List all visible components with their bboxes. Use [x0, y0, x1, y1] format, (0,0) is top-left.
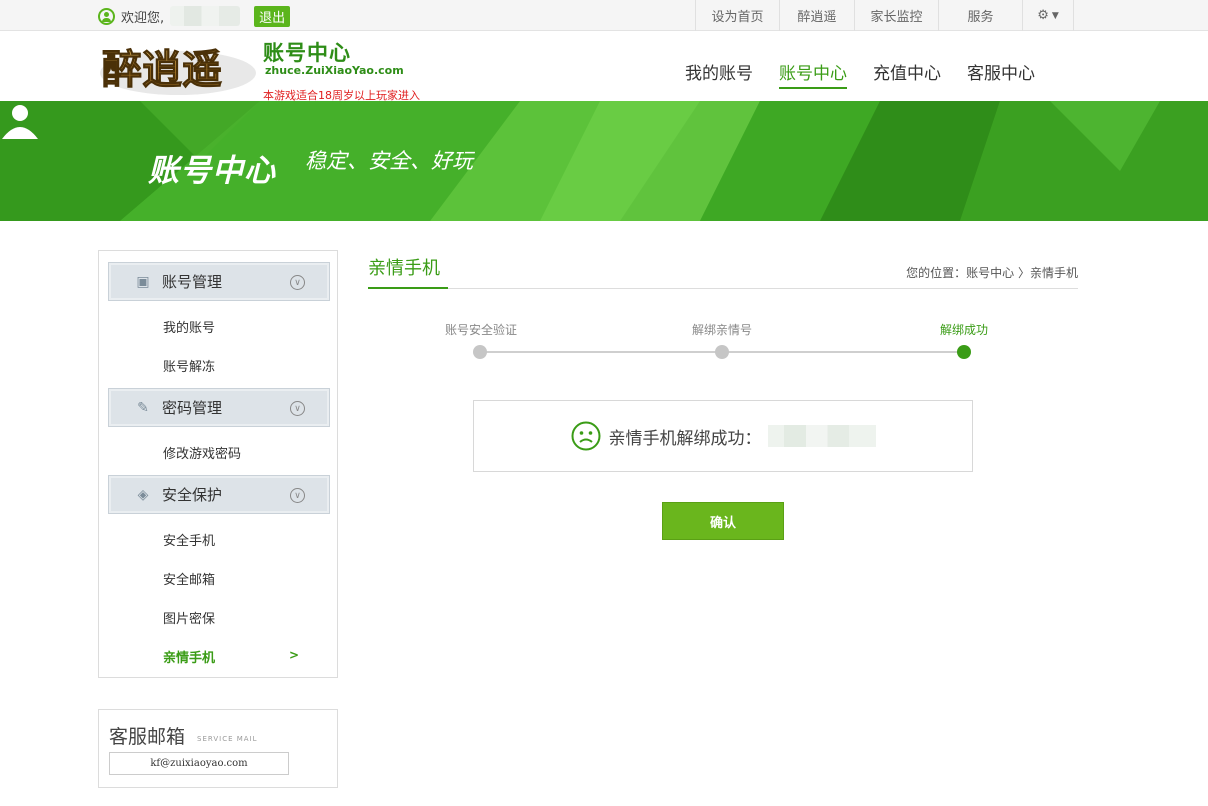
sidebar-item-picture-protection[interactable]: 图片密保 [163, 608, 215, 627]
mailbox-subtitle: SERVICE MAIL [197, 735, 258, 743]
sidebar-item-unfreeze[interactable]: 账号解冻 [163, 356, 215, 375]
title-divider [448, 288, 1078, 289]
set-homepage-link[interactable]: 设为首页 [695, 0, 779, 31]
username-redacted [170, 6, 241, 26]
result-message-box: 亲情手机解绑成功： [473, 400, 973, 472]
service-link[interactable]: 服务 [938, 0, 1022, 31]
service-mailbox: 客服邮箱 SERVICE MAIL kf@zuixiaoyao.com [98, 709, 338, 788]
top-links: 设为首页 醉逍遥 家长监控 服务 ⚙ ▼ [695, 0, 1074, 31]
chevron-down-icon[interactable]: ∨ [290, 488, 305, 503]
site-header: 醉逍遥 账号中心 zhuce.ZuiXiaoYao.com 本游戏适合18周岁以… [0, 31, 1208, 102]
phone-number-redacted [767, 425, 876, 447]
title-underline [368, 287, 448, 289]
group-account-management[interactable]: ▣ 账号管理 ∨ [108, 262, 330, 301]
main-nav: 我的账号 账号中心 充值中心 客服中心 [685, 59, 1061, 89]
group-label: 安全保护 [162, 486, 223, 504]
wrench-icon: ✎ [137, 399, 149, 416]
step-label-verify: 账号安全验证 [445, 323, 518, 337]
chevron-down-icon[interactable]: ∨ [290, 275, 305, 290]
step-dot-3 [957, 345, 971, 359]
welcome-text: 欢迎您, [121, 10, 165, 26]
sidebar-item-my-account[interactable]: 我的账号 [163, 317, 215, 336]
parental-control-link[interactable]: 家长监控 [854, 0, 938, 31]
nav-service-center[interactable]: 客服中心 [967, 59, 1035, 89]
game-logo[interactable]: 醉逍遥 [98, 37, 258, 99]
sidebar-item-family-phone[interactable]: 亲情手机 [163, 647, 215, 666]
mailbox-title: 客服邮箱 [109, 726, 186, 748]
gear-icon: ⚙ [1037, 8, 1049, 23]
site-title: 账号中心 [263, 41, 351, 65]
page-title: 亲情手机 [368, 258, 440, 279]
svg-text:醉逍遥: 醉逍遥 [102, 46, 222, 93]
step-dot-1 [473, 345, 487, 359]
group-security-protection[interactable]: ◈ 安全保护 ∨ [108, 475, 330, 514]
chevron-down-icon[interactable]: ∨ [290, 401, 305, 416]
user-icon [98, 7, 115, 25]
shield-icon: ◈ [137, 486, 149, 503]
caret-down-icon: ▼ [1051, 10, 1059, 21]
result-text: 亲情手机解绑成功： [608, 428, 762, 449]
sidebar-item-security-email[interactable]: 安全邮箱 [163, 569, 215, 588]
site-domain: zhuce.ZuiXiaoYao.com [265, 64, 404, 77]
active-arrow: > [289, 648, 300, 662]
nav-recharge-center[interactable]: 充值中心 [873, 59, 941, 89]
welcome-area: 欢迎您, 退出 [98, 5, 291, 27]
sidebar-item-security-phone[interactable]: 安全手机 [163, 530, 215, 549]
top-bar: 欢迎您, 退出 设为首页 醉逍遥 家长监控 服务 ⚙ ▼ [0, 0, 1208, 31]
group-label: 密码管理 [162, 399, 223, 417]
step-label-unbind: 解绑亲情号 [692, 323, 753, 337]
sidebar: ▣ 账号管理 ∨ 我的账号 账号解冻 ✎ 密码管理 ∨ 修改游戏密码 ◈ 安全保… [98, 250, 338, 678]
hero-banner: 账号中心 稳定、安全、好玩 [0, 101, 1208, 221]
person-icon [2, 105, 38, 139]
breadcrumb: 您的位置：账号中心 〉亲情手机 [906, 266, 1078, 280]
sad-face-icon [571, 421, 600, 451]
sidebar-item-change-password[interactable]: 修改游戏密码 [163, 443, 241, 462]
nav-my-account[interactable]: 我的账号 [685, 59, 753, 89]
settings-menu[interactable]: ⚙ ▼ [1022, 0, 1074, 31]
banner-title: 账号中心 [148, 153, 276, 189]
id-card-icon: ▣ [136, 273, 150, 290]
confirm-button[interactable]: 确认 [662, 502, 784, 540]
zuixiaoyao-link[interactable]: 醉逍遥 [779, 0, 854, 31]
logout-button[interactable]: 退出 [254, 5, 291, 27]
step-dot-2 [715, 345, 729, 359]
step-label-success: 解绑成功 [940, 323, 989, 337]
banner-slogan: 稳定、安全、好玩 [305, 149, 473, 173]
group-password-management[interactable]: ✎ 密码管理 ∨ [108, 388, 330, 427]
group-label: 账号管理 [162, 273, 223, 291]
mailbox-address: kf@zuixiaoyao.com [109, 752, 289, 775]
nav-account-center[interactable]: 账号中心 [779, 59, 847, 89]
